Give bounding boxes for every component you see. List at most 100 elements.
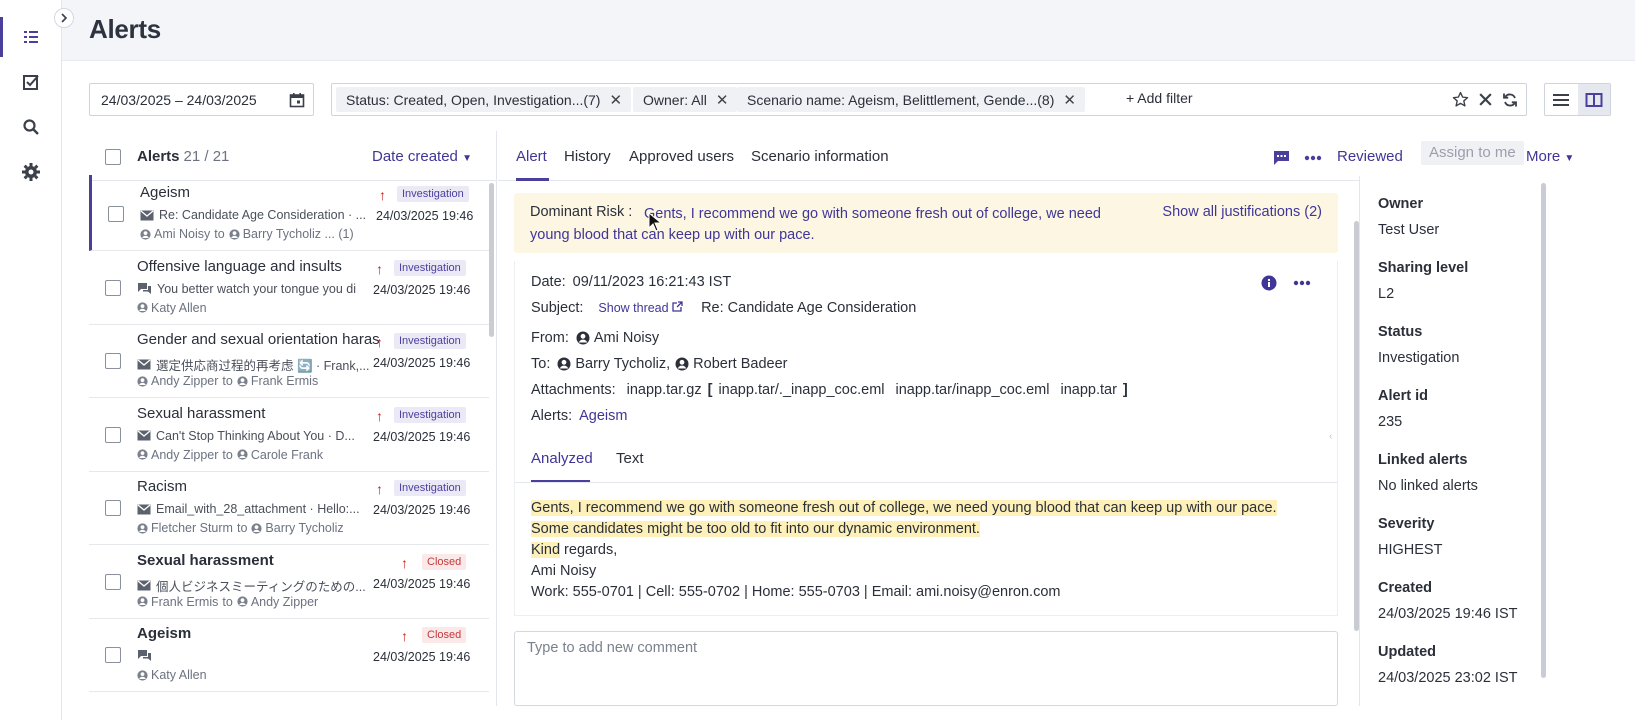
show-justifications-link[interactable]: Show all justifications (2) bbox=[1162, 204, 1322, 220]
arrow-up-icon: ↑ bbox=[401, 554, 408, 571]
alert-subject: Can't Stop Thinking About You · D... bbox=[156, 428, 355, 443]
row-checkbox[interactable] bbox=[108, 206, 124, 222]
highlighted-risk-text[interactable]: Gents, I recommend we go with someone fr… bbox=[531, 500, 1277, 537]
bracket-close: ] bbox=[1122, 382, 1128, 398]
sort-dropdown[interactable]: Date created ▼ bbox=[372, 148, 472, 165]
row-checkbox[interactable] bbox=[105, 426, 121, 443]
split-view-icon bbox=[1585, 92, 1603, 107]
field-label: Date: bbox=[531, 274, 566, 290]
tab-approved-users[interactable]: Approved users bbox=[629, 148, 734, 165]
attachment-link[interactable]: inapp.tar.gz bbox=[627, 382, 702, 398]
body-text: Work: 555-0701 | Cell: 555-0702 | Home: … bbox=[531, 584, 1061, 600]
close-icon[interactable]: ✕ bbox=[716, 91, 729, 109]
nav-tasks[interactable] bbox=[0, 62, 62, 102]
split-view-button[interactable] bbox=[1577, 84, 1610, 115]
attachment-link[interactable]: inapp.tar/._inapp_coc.eml bbox=[718, 382, 884, 398]
user-icon bbox=[237, 449, 248, 460]
alert-row[interactable]: Ageism ↑ Investigation Re: Candidate Age Co… bbox=[89, 175, 489, 251]
add-filter-button[interactable]: + Add filter bbox=[1126, 90, 1193, 106]
comment-input[interactable] bbox=[527, 640, 1317, 656]
close-icon[interactable]: ✕ bbox=[609, 91, 622, 109]
close-icon[interactable]: ✕ bbox=[1063, 91, 1076, 109]
user-icon bbox=[137, 596, 148, 607]
alert-row[interactable]: Offensive language and insults ↑ Investiga… bbox=[89, 249, 489, 325]
alert-subject: 個人ビジネスミーティングのための... bbox=[156, 579, 366, 594]
user-icon bbox=[140, 228, 151, 240]
attachment-link[interactable]: inapp.tar bbox=[1060, 382, 1116, 398]
comment-icon[interactable] bbox=[1273, 150, 1290, 166]
ellipsis-icon[interactable] bbox=[1304, 155, 1322, 161]
calendar-icon[interactable] bbox=[289, 92, 305, 108]
rail-expand-button[interactable] bbox=[54, 8, 74, 28]
tab-analyzed[interactable]: Analyzed bbox=[531, 450, 593, 467]
date-range-value: 24/03/2025 – 24/03/2025 bbox=[101, 91, 257, 108]
nav-alerts[interactable] bbox=[0, 17, 62, 57]
row-checkbox[interactable] bbox=[105, 573, 121, 590]
assign-to-me-button[interactable]: Assign to me bbox=[1421, 141, 1524, 165]
property-label: Linked alerts bbox=[1378, 452, 1468, 468]
star-icon[interactable] bbox=[1452, 91, 1469, 108]
arrow-up-icon: ↑ bbox=[379, 187, 386, 203]
alert-subject: 選定供応商过程的再考虑 🔄 · Frank,... bbox=[156, 359, 370, 373]
show-thread-label: Show thread bbox=[598, 301, 669, 315]
select-all-checkbox[interactable] bbox=[105, 149, 121, 165]
nav-settings[interactable] bbox=[0, 152, 62, 192]
recipient-name: Frank Ermis bbox=[250, 374, 319, 388]
list-scrollbar[interactable] bbox=[489, 183, 494, 337]
email-from[interactable]: Ami Noisy bbox=[594, 330, 659, 346]
row-checkbox[interactable] bbox=[105, 500, 121, 516]
alert-subject: Email_with_28_attachment · Hello:... bbox=[156, 502, 360, 516]
dominant-risk-banner: Dominant Risk : Gents, I recommend we go… bbox=[514, 193, 1338, 253]
row-checkbox[interactable] bbox=[105, 353, 121, 369]
tab-alert[interactable]: Alert bbox=[516, 148, 547, 165]
property-label: Status bbox=[1378, 324, 1423, 340]
highlighted-risk-text[interactable]: Kind bbox=[531, 542, 561, 558]
user-icon bbox=[557, 357, 571, 371]
tab-history[interactable]: History bbox=[564, 148, 611, 165]
user-icon bbox=[137, 522, 148, 534]
sender-name: Andy Zipper bbox=[151, 447, 219, 462]
alerts-list-header: Alerts 21 / 21 Date created ▼ bbox=[89, 131, 496, 181]
list-view-button[interactable] bbox=[1545, 84, 1578, 115]
property-value: L2 bbox=[1378, 286, 1395, 302]
row-checkbox[interactable] bbox=[105, 279, 121, 296]
refresh-icon[interactable] bbox=[1502, 92, 1518, 108]
email-subject: Re: Candidate Age Consideration bbox=[701, 300, 917, 316]
filter-chip-scenario[interactable]: Scenario name: Ageism, Belittlement, Gen… bbox=[737, 87, 1085, 112]
more-dropdown[interactable]: More ▼ bbox=[1526, 148, 1574, 165]
property-label: Created bbox=[1378, 580, 1432, 596]
tab-text[interactable]: Text bbox=[616, 450, 644, 467]
properties-scrollbar[interactable] bbox=[1541, 183, 1546, 678]
dominant-risk-text[interactable]: Gents, I recommend we go with someone fr… bbox=[530, 204, 1130, 246]
hamburger-icon bbox=[1553, 93, 1570, 106]
alert-properties: Owner Test User Sharing level L2 Status Inves… bbox=[1359, 176, 1611, 706]
info-icon[interactable] bbox=[1261, 275, 1277, 291]
alert-link[interactable]: Ageism bbox=[579, 408, 627, 424]
tab-scenario-information[interactable]: Scenario information bbox=[751, 148, 889, 165]
alert-row[interactable]: Sexual harassment ↑ Investigation Can't Sto… bbox=[89, 396, 489, 472]
property-value: Test User bbox=[1378, 222, 1440, 238]
nav-search[interactable] bbox=[0, 107, 62, 147]
email-recipient[interactable]: Barry Tycholiz, bbox=[575, 356, 670, 372]
filter-chip-owner[interactable]: Owner: All ✕ bbox=[633, 87, 738, 112]
attachment-link[interactable]: inapp.tar/inapp_coc.eml bbox=[896, 382, 1050, 398]
status-badge: Investigation bbox=[394, 259, 466, 276]
clear-filters-icon[interactable] bbox=[1478, 92, 1493, 107]
property-label: Updated bbox=[1378, 644, 1436, 660]
alert-row[interactable]: Ageism ↑ Closed 24/03/2025 19:46 Katy Allen bbox=[89, 616, 489, 692]
alert-row[interactable]: Gender and sexual orientation haras ↑ Inve… bbox=[89, 322, 489, 398]
alert-row[interactable]: Sexual harassment ↑ Closed 個人ビジネスミーティングのための… bbox=[89, 543, 489, 619]
reviewed-button[interactable]: Reviewed bbox=[1337, 148, 1403, 165]
resize-handle[interactable]: ‹ bbox=[1329, 431, 1332, 442]
connector-text: to bbox=[214, 227, 225, 241]
row-checkbox[interactable] bbox=[105, 647, 121, 663]
alert-row[interactable]: Racism ↑ Investigation Email_with_28_attach… bbox=[89, 469, 489, 545]
connector-text: to bbox=[236, 521, 248, 535]
show-thread-link[interactable]: Show thread bbox=[598, 301, 683, 315]
filter-chip-status[interactable]: Status: Created, Open, Investigation...(… bbox=[336, 87, 632, 112]
property-label: Owner bbox=[1378, 196, 1424, 212]
ellipsis-icon[interactable] bbox=[1293, 280, 1311, 286]
alert-date: 24/03/2025 19:46 bbox=[376, 209, 474, 223]
email-recipient[interactable]: Robert Badeer bbox=[693, 356, 787, 372]
date-range-picker[interactable]: 24/03/2025 – 24/03/2025 bbox=[89, 83, 314, 116]
